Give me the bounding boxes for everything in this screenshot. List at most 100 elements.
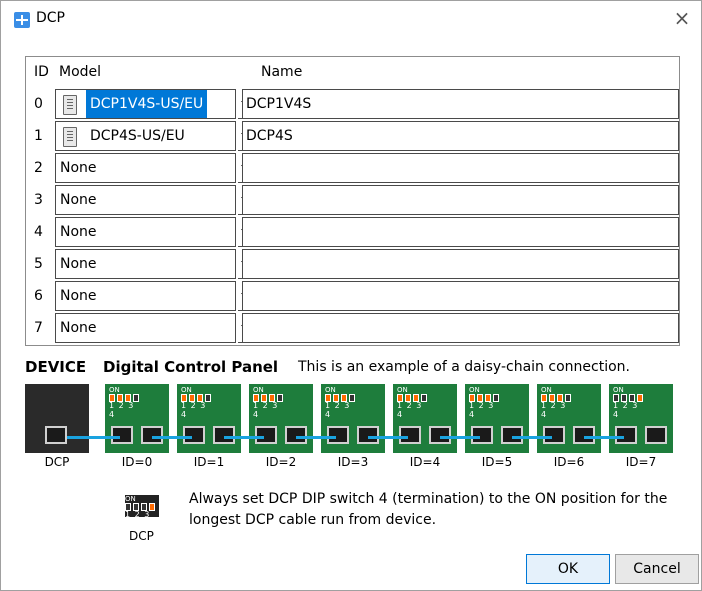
chain-label: ID=2 [265,455,297,469]
row-id: 7 [34,320,43,336]
diagram-caption: This is an example of a daisy-chain conn… [298,359,630,375]
close-button[interactable]: × [669,5,695,31]
dip-switch-icon: ON 1 2 3 4 [613,386,647,419]
rj45-port [357,426,379,444]
note-dip-label: DCP [129,529,154,543]
dcp-dialog: DCP × ID Model Name 0 DCP1V4S-US/EU DCP1V4… [0,0,702,591]
ok-button[interactable]: OK [526,554,610,584]
chain-label: ID=5 [481,455,513,469]
model-select[interactable]: None [55,217,236,247]
cancel-button[interactable]: Cancel [615,554,699,584]
chain-label: ID=0 [121,455,153,469]
rj45-port [543,426,565,444]
rj45-port [429,426,451,444]
model-select[interactable]: None [55,281,236,311]
dip-numbers: 1 2 3 4 [125,510,151,528]
dcp-cable [584,436,624,439]
model-value: None [60,256,97,272]
table-row: 0 DCP1V4S-US/EU DCP1V4S [26,88,679,120]
dip-numbers: 1 2 3 4 [109,401,135,419]
chain-label: ID=7 [625,455,657,469]
rj45-port [255,426,277,444]
dcp-panel: ON 1 2 3 4 [609,384,673,453]
row-id: 3 [34,192,43,208]
rj45-port [285,426,307,444]
model-select[interactable]: None [55,249,236,279]
name-field[interactable]: DCP1V4S [242,89,679,119]
dcp-cable [512,436,552,439]
row-id: 2 [34,160,43,176]
model-select[interactable]: DCP4S-US/EU [55,121,236,151]
model-value: None [60,192,97,208]
table-row: 5 None [26,248,679,280]
device-label: DEVICE [25,358,87,376]
model-select[interactable]: DCP1V4S-US/EU [55,89,236,119]
dip-switch-icon: ON 1 2 3 4 [109,386,143,419]
model-select[interactable]: None [55,313,236,343]
dip-on-label: ON [541,386,552,394]
dcp-panel: ON 1 2 3 4 [393,384,457,453]
dip-numbers: 1 2 3 4 [397,401,423,419]
dcp-cable [152,436,192,439]
rj45-port [399,426,421,444]
dip-on-label: ON [325,386,336,394]
dip-on-label: ON [109,386,120,394]
name-field[interactable] [242,313,679,343]
dcp-panel: ON 1 2 3 4 [465,384,529,453]
device-box [25,384,89,453]
name-field[interactable] [242,153,679,183]
chain-label: ID=1 [193,455,225,469]
dip-on-label: ON [125,495,136,503]
rj45-port [45,426,67,444]
dip-switch-icon: ON 1 2 3 4 [125,495,159,528]
dcp-cable [67,436,120,439]
dcp-panel: ON 1 2 3 4 [321,384,385,453]
rj45-port [645,426,667,444]
dip-switch-icon: ON 1 2 3 4 [121,493,161,528]
app-icon [14,12,30,28]
model-select[interactable]: None [55,153,236,183]
table-row: 1 DCP4S-US/EU DCP4S [26,120,679,152]
table-row: 6 None [26,280,679,312]
header-name: Name [261,64,303,80]
row-id: 6 [34,288,43,304]
chain-label: ID=6 [553,455,585,469]
header-model: Model [59,64,102,80]
dip-on-label: ON [181,386,192,394]
table-row: 3 None [26,184,679,216]
model-value: DCP1V4S-US/EU [86,90,208,118]
row-id: 5 [34,256,43,272]
chain-label: ID=4 [409,455,441,469]
dip-on-label: ON [253,386,264,394]
table-row: 4 None [26,216,679,248]
model-select[interactable]: None [55,185,236,215]
dip-numbers: 1 2 3 4 [253,401,279,419]
dcp-panel: ON 1 2 3 4 [249,384,313,453]
name-field[interactable] [242,249,679,279]
name-field[interactable] [242,217,679,247]
name-field[interactable]: DCP4S [242,121,679,151]
dip-numbers: 1 2 3 4 [541,401,567,419]
dcp-cable [296,436,336,439]
dip-switch-icon: ON 1 2 3 4 [541,386,575,419]
model-value: None [60,224,97,240]
rj45-port [501,426,523,444]
row-id: 1 [34,128,43,144]
table-row: 2 None [26,152,679,184]
panel-label: Digital Control Panel [103,358,279,376]
chain-label: ID=3 [337,455,369,469]
termination-note: Always set DCP DIP switch 4 (termination… [189,491,668,528]
dip-switch-icon: ON 1 2 3 4 [181,386,215,419]
rj45-port [141,426,163,444]
dcp-cable [440,436,480,439]
dcp-table: ID Model Name 0 DCP1V4S-US/EU DCP1V4S 1 DCP4… [25,56,680,346]
dip-switch-icon: ON 1 2 3 4 [397,386,431,419]
name-field[interactable] [242,185,679,215]
dcp-panel: ON 1 2 3 4 [537,384,601,453]
dip-numbers: 1 2 3 4 [181,401,207,419]
model-value: DCP4S-US/EU [90,128,185,144]
title-bar: DCP × [1,1,701,37]
model-value: None [60,160,97,176]
name-field[interactable] [242,281,679,311]
dcp-cable [224,436,264,439]
